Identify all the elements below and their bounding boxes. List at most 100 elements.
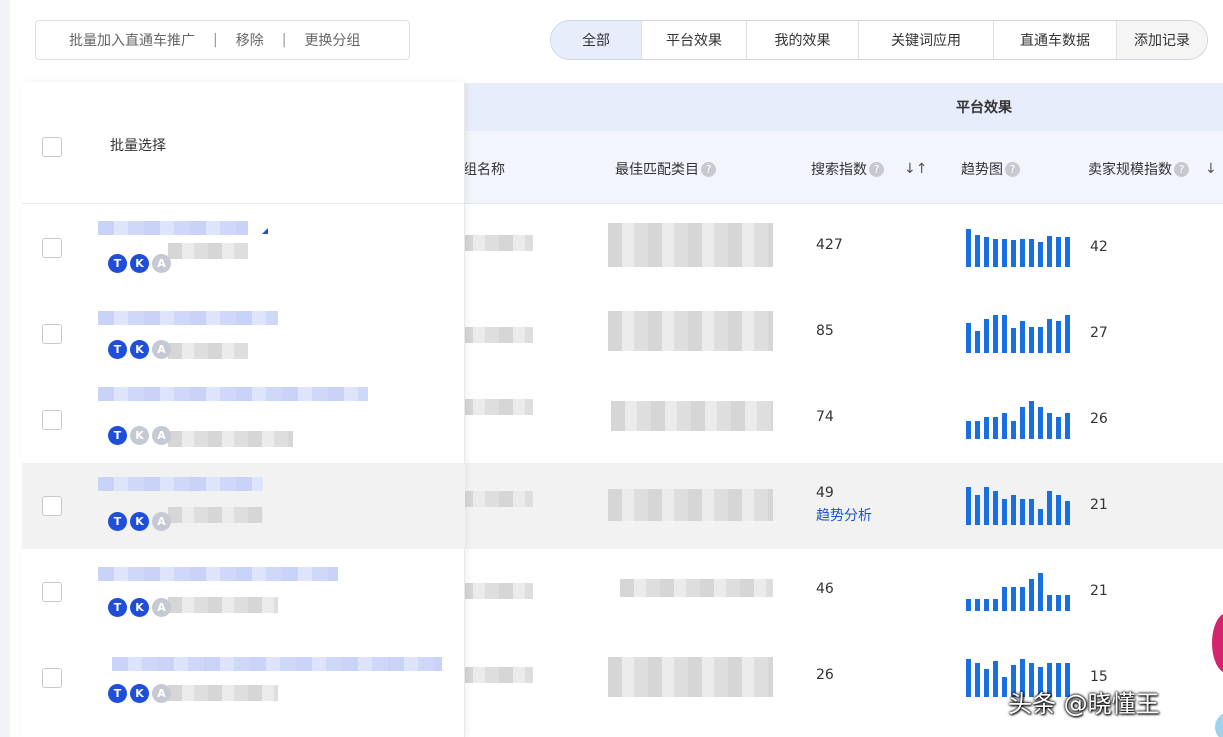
badge-a[interactable]: A (152, 426, 171, 445)
trend-sparkline[interactable] (966, 485, 1072, 525)
trend-bar (966, 323, 971, 353)
change-group-button[interactable]: 更换分组 (304, 30, 360, 50)
badge-t[interactable]: T (108, 426, 127, 445)
trend-bar (1020, 499, 1025, 525)
row-checkbox[interactable] (42, 410, 62, 430)
column-label: 搜索指数 (811, 162, 867, 178)
seller-scale-value: 21 (1090, 583, 1108, 599)
badge-a[interactable]: A (152, 684, 171, 703)
badge-t[interactable]: T (108, 684, 127, 703)
column-search-index: 搜索指数? ↓↑ (811, 159, 927, 179)
badge-k[interactable]: K (130, 598, 149, 617)
table-row[interactable]: TKA (22, 549, 465, 635)
trend-analysis-link[interactable]: 趋势分析 (816, 505, 872, 525)
badge-k[interactable]: K (130, 684, 149, 703)
column-best-category: 最佳匹配类目? (615, 159, 716, 179)
trend-bar (1056, 495, 1061, 525)
trend-bar (1056, 595, 1061, 611)
tab-ztc-data[interactable]: 直通车数据 (994, 21, 1117, 59)
redacted-text (168, 431, 293, 447)
badge-group: TKA (108, 598, 171, 617)
help-icon[interactable]: ? (1174, 161, 1189, 177)
trend-bar (1065, 501, 1070, 525)
table-row[interactable]: TKA (22, 463, 465, 549)
sort-icon[interactable]: ↓ (1205, 161, 1217, 177)
table-row[interactable]: TKA (22, 291, 465, 377)
column-group-name: 组名称 (463, 159, 505, 179)
trend-bar (1056, 237, 1061, 267)
badge-a[interactable]: A (152, 598, 171, 617)
redacted-text (459, 667, 533, 683)
row-checkbox[interactable] (42, 324, 62, 344)
column-label: 最佳匹配类目 (615, 162, 699, 178)
row-checkbox[interactable] (42, 238, 62, 258)
column-header-row: 组名称 最佳匹配类目? 搜索指数? ↓↑ 趋势图? 卖家规模指数? ↓ (463, 131, 1223, 204)
column-label: 趋势图 (961, 162, 1003, 178)
badge-k[interactable]: K (130, 254, 149, 273)
row-checkbox[interactable] (42, 582, 62, 602)
badge-a[interactable]: A (152, 254, 171, 273)
badge-t[interactable]: T (108, 598, 127, 617)
badge-k[interactable]: K (130, 426, 149, 445)
row-checkbox[interactable] (42, 496, 62, 516)
row-checkbox[interactable] (42, 668, 62, 688)
search-index-value: 46 (816, 581, 834, 597)
redacted-text (98, 221, 248, 235)
trend-bar (1020, 239, 1025, 267)
search-index-value: 26 (816, 667, 834, 683)
search-index-value: 49 (816, 485, 834, 501)
table-row[interactable]: TKA (22, 635, 465, 721)
badge-a[interactable]: A (152, 512, 171, 531)
badge-t[interactable]: T (108, 340, 127, 359)
trend-bar (1020, 407, 1025, 439)
trend-bar (966, 229, 971, 267)
badge-t[interactable]: T (108, 512, 127, 531)
help-icon[interactable]: ? (701, 161, 716, 177)
badge-a[interactable]: A (152, 340, 171, 359)
trend-bar (975, 331, 980, 353)
help-icon[interactable]: ? (1005, 161, 1020, 177)
tab-platform-effect[interactable]: 平台效果 (642, 21, 747, 59)
trend-bar (1056, 321, 1061, 353)
group-header-label: 平台效果 (956, 100, 1012, 116)
trend-bar (1047, 236, 1052, 267)
badge-k[interactable]: K (130, 340, 149, 359)
trend-sparkline[interactable] (966, 399, 1072, 439)
trend-bar (984, 319, 989, 353)
column-trend-chart: 趋势图? (961, 159, 1020, 179)
seller-scale-value: 42 (1090, 239, 1108, 255)
trend-bar (1038, 407, 1043, 439)
help-icon[interactable]: ? (869, 161, 884, 177)
badge-t[interactable]: T (108, 254, 127, 273)
tab-my-effect[interactable]: 我的效果 (747, 21, 859, 59)
trend-bar (993, 315, 998, 353)
trend-bar (984, 237, 989, 267)
trend-bar (975, 663, 980, 697)
sort-icon[interactable]: ↓↑ (904, 161, 927, 177)
seller-scale-value: 27 (1090, 325, 1108, 341)
trend-bar (1002, 587, 1007, 611)
table-row: 74 26 (459, 377, 1223, 463)
trend-bar (984, 669, 989, 697)
redacted-text (620, 579, 773, 597)
column-label: 卖家规模指数 (1088, 162, 1172, 178)
select-all-checkbox[interactable] (42, 137, 62, 157)
tab-add-record[interactable]: 添加记录 (1117, 21, 1207, 59)
trend-sparkline[interactable] (966, 571, 1072, 611)
redacted-text (168, 597, 278, 613)
tab-keyword-application[interactable]: 关键词应用 (859, 21, 994, 59)
trend-bar (1020, 587, 1025, 611)
table-row: 85 27 (459, 291, 1223, 377)
batch-add-button[interactable]: 批量加入直通车推广 (69, 30, 195, 50)
table-row[interactable]: TKA (22, 205, 465, 291)
tab-all[interactable]: 全部 (551, 21, 642, 59)
redacted-text (608, 657, 773, 697)
remove-button[interactable]: 移除 (236, 30, 264, 50)
trend-sparkline[interactable] (966, 227, 1072, 267)
batch-select-label: 批量选择 (110, 138, 166, 154)
trend-sparkline[interactable] (966, 313, 1072, 353)
badge-k[interactable]: K (130, 512, 149, 531)
trend-bar (1038, 509, 1043, 525)
table-row[interactable]: TKA (22, 377, 465, 463)
trend-bar (1056, 417, 1061, 439)
